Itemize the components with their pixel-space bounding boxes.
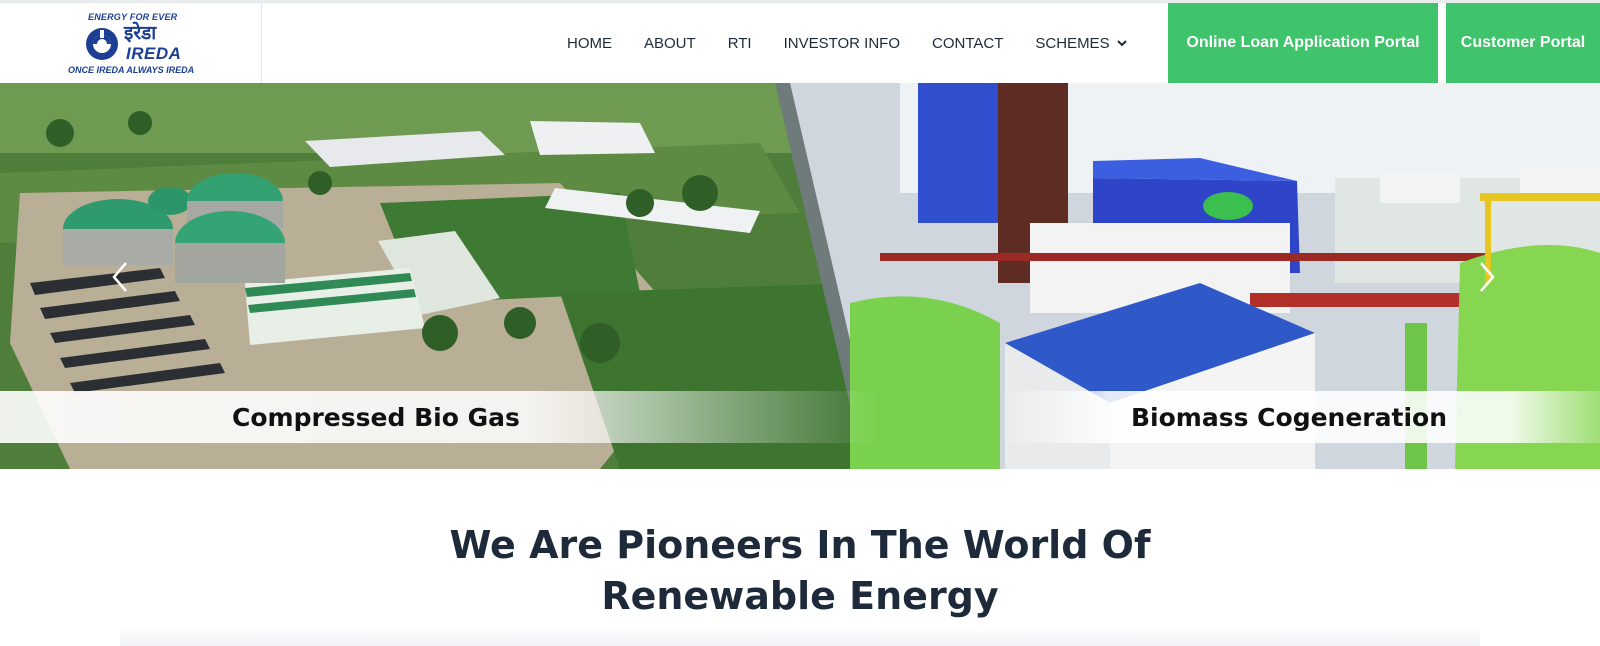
nav-schemes-label: SCHEMES: [1035, 34, 1110, 52]
customer-portal-button[interactable]: Customer Portal: [1446, 3, 1600, 83]
intro-headline-line2: Renewable Energy: [601, 574, 999, 618]
nav-home[interactable]: HOME: [567, 35, 612, 52]
chevron-left-icon[interactable]: [108, 259, 132, 295]
main-nav: HOME ABOUT RTI INVESTOR INFO CONTACT SCH…: [567, 3, 1160, 83]
logo-hindi-name: इरेडा: [124, 23, 157, 44]
site-header: ENERGY FOR EVER इरेडा IREDA ONCE IREDA A…: [0, 0, 1600, 83]
logo-name: IREDA: [126, 44, 182, 63]
nav-investor-info-label: INVESTOR INFO: [783, 34, 900, 52]
slide-caption-biomass-cogeneration: Biomass Cogeneration: [1131, 402, 1448, 432]
logo-tagline-bottom: ONCE IREDA ALWAYS IREDA: [68, 65, 195, 75]
nav-about[interactable]: ABOUT: [644, 35, 696, 52]
chevron-right-icon[interactable]: [1475, 259, 1499, 295]
logo[interactable]: ENERGY FOR EVER इरेडा IREDA ONCE IREDA A…: [0, 3, 262, 83]
nav-investor-info[interactable]: INVESTOR INFO: [784, 35, 900, 52]
logo-tagline-top: ENERGY FOR EVER: [88, 12, 178, 22]
nav-contact[interactable]: CONTACT: [932, 35, 1003, 52]
nav-contact-label: CONTACT: [932, 34, 1004, 52]
nav-rti[interactable]: RTI: [728, 35, 752, 52]
slide-caption-right: Biomass Cogeneration: [1000, 391, 1600, 443]
nav-schemes-dropdown[interactable]: SCHEMES: [1035, 35, 1127, 52]
hero-carousel: Compressed Bio Gas Biomass Cogeneration: [0, 83, 1600, 469]
section-divider: [120, 628, 1480, 646]
nav-about-label: ABOUT: [644, 34, 696, 52]
nav-home-label: HOME: [567, 34, 612, 52]
intro-headline: We Are Pioneers In The World Of Renewabl…: [0, 520, 1600, 622]
loan-portal-button[interactable]: Online Loan Application Portal: [1168, 3, 1438, 83]
nav-rti-label: RTI: [727, 34, 752, 52]
ireda-emblem-icon: [86, 28, 118, 60]
chevron-down-icon: [1116, 40, 1127, 47]
intro-headline-line1: We Are Pioneers In The World Of: [449, 523, 1151, 567]
slide-caption-left: Compressed Bio Gas: [0, 391, 880, 443]
slide-caption-compressed-bio-gas: Compressed Bio Gas: [232, 402, 520, 432]
